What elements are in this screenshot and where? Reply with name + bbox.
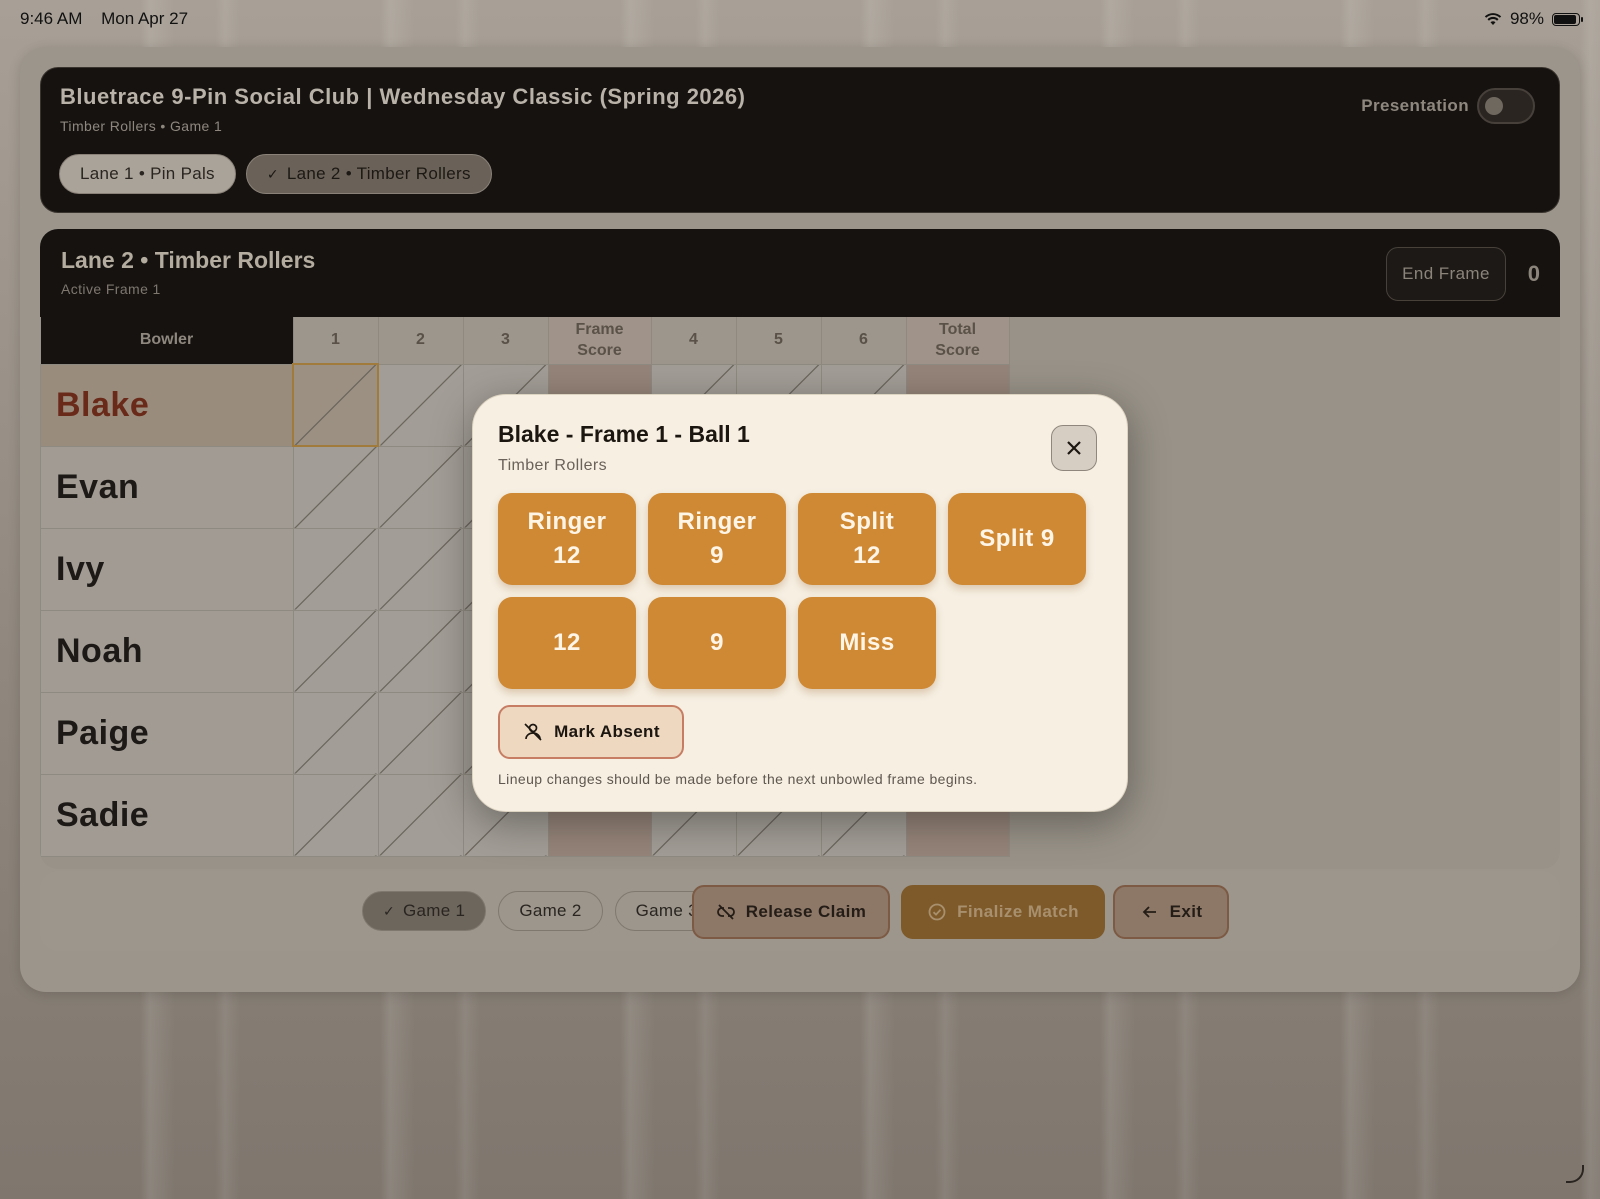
status-date: Mon Apr 27 (101, 9, 189, 28)
close-button[interactable] (1051, 425, 1097, 471)
page-title: Bluetrace 9-Pin Social Club | Wednesday … (60, 84, 746, 109)
score-options: Ringer 12 Ringer 9 Split 12 Split 9 12 9… (498, 493, 1086, 689)
ball-cell[interactable] (377, 527, 464, 611)
finalize-match-button[interactable]: Finalize Match (901, 885, 1105, 939)
close-icon (1067, 441, 1081, 455)
presentation-toggle[interactable] (1477, 88, 1535, 124)
score-ringer-12-button[interactable]: Ringer 12 (498, 493, 636, 585)
ball-cell[interactable] (292, 773, 379, 857)
bowler-name[interactable]: Blake (40, 363, 294, 447)
score-9-button[interactable]: 9 (648, 597, 786, 689)
status-bar: 9:46 AM Mon Apr 27 98% (0, 0, 1600, 38)
frame-count: 0 (1527, 261, 1540, 286)
ball-cell[interactable] (292, 527, 379, 611)
lane-chip-1[interactable]: Lane 1 • Pin Pals (59, 154, 236, 194)
header-col-5: 5 (736, 317, 822, 364)
dialog-subtitle: Timber Rollers (498, 457, 608, 474)
tab-label: Game 2 (519, 901, 582, 920)
presentation-control: Presentation (1361, 88, 1535, 124)
tab-label: Game 1 (403, 901, 466, 920)
battery-icon (1552, 12, 1583, 26)
score-split-9-button[interactable]: Split 9 (948, 493, 1086, 585)
page-subtitle: Timber Rollers • Game 1 (60, 118, 223, 134)
lane-title: Lane 2 • Timber Rollers (61, 247, 316, 273)
score-12-button[interactable]: 12 (498, 597, 636, 689)
header-col-3: 3 (463, 317, 549, 364)
status-time: 9:46 AM (20, 9, 83, 28)
exit-label: Exit (1169, 902, 1203, 921)
score-split-12-button[interactable]: Split 12 (798, 493, 936, 585)
checkmark-icon: ✓ (383, 902, 396, 919)
header-bowler: Bowler (40, 317, 294, 364)
header-total-score: Total Score (906, 317, 1010, 364)
ball-cell[interactable] (377, 773, 464, 857)
header-col-1: 1 (293, 317, 379, 364)
bowler-name[interactable]: Ivy (40, 527, 294, 611)
tab-game-2[interactable]: Game 2 (498, 891, 603, 931)
presentation-label: Presentation (1361, 96, 1469, 115)
bowler-name[interactable]: Paige (40, 691, 294, 775)
finalize-match-label: Finalize Match (957, 902, 1079, 921)
release-claim-button[interactable]: Release Claim (692, 885, 890, 939)
wifi-icon (1484, 13, 1502, 25)
lane-chip-label: Lane 1 • Pin Pals (80, 164, 215, 183)
checkmark-icon: ✓ (266, 165, 279, 182)
battery-percent: 98% (1509, 9, 1544, 28)
ball-cell[interactable] (377, 691, 464, 775)
grid-header-row: Bowler 1 2 3 Frame Score 4 5 6 Total Sco… (40, 317, 1010, 364)
release-claim-label: Release Claim (745, 902, 867, 921)
lane-chip-label: Lane 2 • Timber Rollers (286, 164, 471, 183)
header-col-4: 4 (651, 317, 737, 364)
match-header: Bluetrace 9-Pin Social Club | Wednesday … (40, 67, 1560, 213)
mark-absent-button[interactable]: Mark Absent (498, 705, 684, 759)
score-ringer-9-button[interactable]: Ringer 9 (648, 493, 786, 585)
ball-cell[interactable] (292, 363, 379, 447)
score-miss-button[interactable]: Miss (798, 597, 936, 689)
tab-game-1[interactable]: ✓ Game 1 (362, 891, 487, 931)
bowler-name[interactable]: Evan (40, 445, 294, 529)
exit-button[interactable]: Exit (1113, 885, 1229, 939)
game-tabs: ✓ Game 1 Game 2 Game 3 (362, 891, 719, 931)
dialog-note: Lineup changes should be made before the… (498, 771, 978, 787)
lane-chip-2[interactable]: ✓ Lane 2 • Timber Rollers (245, 154, 492, 194)
dialog-title: Blake - Frame 1 - Ball 1 (498, 421, 750, 447)
ball-cell[interactable] (377, 445, 464, 529)
ball-cell[interactable] (292, 445, 379, 529)
ball-cell[interactable] (377, 363, 464, 447)
bottom-toolbar: ✓ Game 1 Game 2 Game 3 Release Claim Fin… (40, 871, 1560, 951)
arrow-left-icon (1142, 906, 1156, 918)
lane-subtitle: Active Frame 1 (61, 281, 161, 297)
tab-label: Game 3 (635, 901, 698, 920)
ball-cell[interactable] (292, 609, 379, 693)
bowler-name[interactable]: Sadie (40, 773, 294, 857)
user-off-icon (524, 723, 542, 741)
header-col-6: 6 (821, 317, 907, 364)
header-frame-score: Frame Score (548, 317, 652, 364)
score-entry-dialog: Blake - Frame 1 - Ball 1 Timber Rollers … (472, 394, 1128, 812)
ball-cell[interactable] (377, 609, 464, 693)
mark-absent-label: Mark Absent (554, 722, 660, 741)
lane-selector: Lane 1 • Pin Pals ✓ Lane 2 • Timber Roll… (59, 154, 492, 194)
bowler-name[interactable]: Noah (40, 609, 294, 693)
lane-header: Lane 2 • Timber Rollers Active Frame 1 E… (40, 229, 1560, 317)
unlink-icon (716, 904, 735, 920)
end-frame-button[interactable]: End Frame (1386, 247, 1506, 301)
header-col-2: 2 (378, 317, 464, 364)
ball-cell[interactable] (292, 691, 379, 775)
check-circle-icon (928, 903, 946, 921)
